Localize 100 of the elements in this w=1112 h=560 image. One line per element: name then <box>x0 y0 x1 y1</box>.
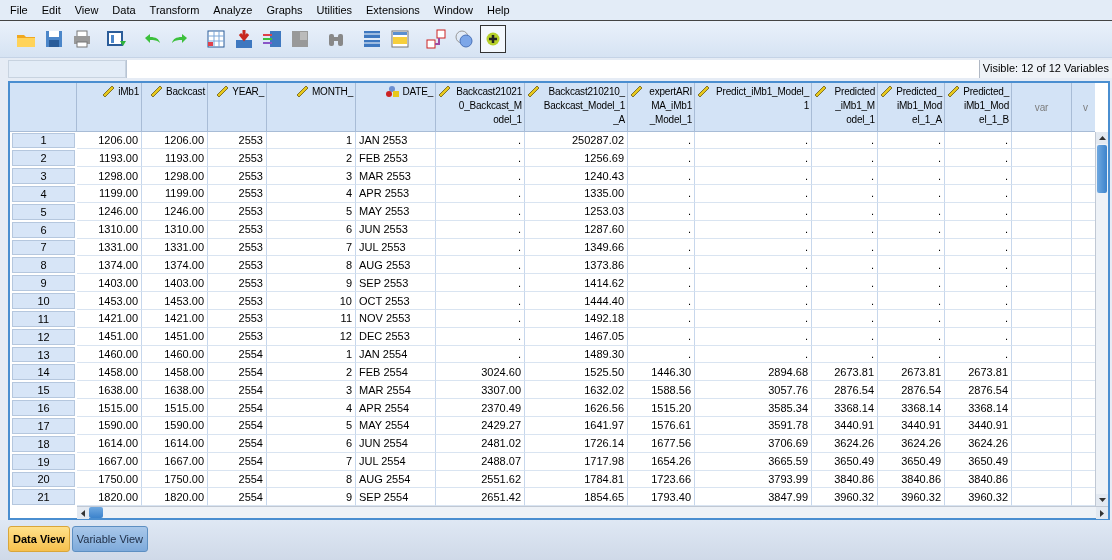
table-cell: 1638.00 <box>77 381 142 400</box>
table-cell: 3368.14 <box>945 399 1012 417</box>
table-cell: 1515.00 <box>77 399 142 417</box>
table-cell: NOV 2553 <box>356 309 436 328</box>
menu-item[interactable]: Help <box>480 3 518 16</box>
menu-item[interactable]: Extensions <box>360 3 428 16</box>
menu-item[interactable]: Graphs <box>260 3 311 16</box>
table-cell: 1 <box>267 131 356 150</box>
column-header[interactable]: Backcast210210_Backcast_Model_1 <box>436 82 525 132</box>
table-cell: 3840.86 <box>812 470 878 489</box>
table-cell: 1331.00 <box>142 238 208 257</box>
row-number[interactable]: 3 <box>12 168 75 185</box>
menu-item[interactable]: View <box>68 3 107 16</box>
table-cell: 5 <box>267 202 356 221</box>
table-cell: . <box>695 185 812 203</box>
menu-item[interactable]: Window <box>427 3 481 16</box>
row-number[interactable]: 2 <box>12 150 75 167</box>
table-cell: 2481.02 <box>436 434 525 453</box>
row-number[interactable]: 14 <box>12 364 75 381</box>
table-cell: OCT 2553 <box>356 292 436 310</box>
table-cell: 2554 <box>208 399 267 417</box>
table-cell: 1626.56 <box>525 399 628 417</box>
row-number[interactable]: 16 <box>12 400 75 416</box>
table-cell: . <box>878 345 945 364</box>
table-cell: . <box>628 309 695 328</box>
table-cell: . <box>878 238 945 257</box>
table-cell: 2553 <box>208 202 267 221</box>
table-cell: 2554 <box>208 434 267 453</box>
table-cell: . <box>812 256 878 275</box>
row-number[interactable]: 15 <box>12 382 75 399</box>
table-cell: 1451.00 <box>77 327 142 346</box>
menu-item[interactable]: Data <box>106 3 144 16</box>
menu-item[interactable]: Edit <box>35 3 69 16</box>
view-tab[interactable]: Variable View <box>71 526 149 553</box>
row-number[interactable]: 21 <box>12 489 75 506</box>
table-cell: 1750.00 <box>142 470 208 489</box>
table-cell: . <box>878 202 945 221</box>
table-cell: 2876.54 <box>812 381 878 400</box>
table-cell: . <box>945 149 1012 168</box>
table-cell: 1677.56 <box>628 434 695 453</box>
table-cell: 11 <box>267 309 356 328</box>
row-number[interactable]: 12 <box>12 328 75 345</box>
column-header[interactable]: Predicted_iMb1_Model_1_A <box>878 82 945 132</box>
table-cell: . <box>878 185 945 203</box>
column-header[interactable]: Backcast <box>142 82 208 132</box>
table-cell: 3840.86 <box>878 470 945 489</box>
column-header[interactable]: MONTH_ <box>267 82 356 132</box>
table-cell: 3440.91 <box>812 417 878 435</box>
menu-item[interactable]: Utilities <box>310 3 360 16</box>
table-cell: 2551.62 <box>436 470 525 489</box>
row-number[interactable]: 9 <box>12 275 75 292</box>
table-cell: 2554 <box>208 452 267 471</box>
column-header[interactable]: expertARIMA_iMb1_Model_1 <box>628 82 695 132</box>
table-cell: . <box>812 202 878 221</box>
table-cell: 5 <box>267 417 356 435</box>
table-cell: 6 <box>267 434 356 453</box>
table-cell: 1335.00 <box>525 185 628 203</box>
table-cell: 3368.14 <box>878 399 945 417</box>
table-cell: . <box>878 274 945 293</box>
table-cell: 1453.00 <box>77 292 142 310</box>
column-header[interactable]: Predicted_iMb1_Model_1_B <box>945 82 1012 132</box>
column-header[interactable]: Backcast210210_Backcast_Model_1_A <box>525 82 628 132</box>
table-cell: MAR 2554 <box>356 381 436 400</box>
table-cell: 2894.68 <box>695 363 812 382</box>
column-header[interactable]: YEAR_ <box>208 82 267 132</box>
column-header[interactable]: Predict_iMb1_Model_1 <box>695 82 812 132</box>
column-header[interactable]: Predicted_iMb1_Model_1 <box>812 82 878 132</box>
row-number[interactable]: 5 <box>12 203 75 220</box>
row-number[interactable]: 11 <box>12 310 75 327</box>
row-number[interactable]: 6 <box>12 221 75 238</box>
table-cell: 2553 <box>208 131 267 150</box>
row-number[interactable]: 10 <box>12 293 75 309</box>
column-header[interactable]: DATE_ <box>356 82 436 132</box>
row-number[interactable]: 18 <box>12 435 75 452</box>
table-cell: 3440.91 <box>878 417 945 435</box>
table-cell: . <box>628 345 695 364</box>
table-cell: . <box>628 149 695 168</box>
table-cell: . <box>945 202 1012 221</box>
row-number[interactable]: 20 <box>12 471 75 488</box>
row-number[interactable]: 19 <box>12 453 75 470</box>
column-header[interactable]: iMb1 <box>77 82 142 132</box>
table-cell: . <box>695 149 812 168</box>
table-cell: . <box>812 238 878 257</box>
row-number[interactable]: 17 <box>12 418 75 434</box>
view-tab[interactable]: Data View <box>8 526 70 553</box>
row-number[interactable]: 4 <box>12 186 75 202</box>
menu-item[interactable]: File <box>4 3 36 16</box>
table-cell: 2673.81 <box>812 363 878 382</box>
table-cell: 2554 <box>208 417 267 435</box>
menu-item[interactable]: Analyze <box>207 3 261 16</box>
table-cell: 1206.00 <box>142 131 208 150</box>
row-number[interactable]: 7 <box>12 239 75 256</box>
row-number[interactable]: 13 <box>12 346 75 363</box>
menu-item[interactable]: Transform <box>143 3 208 16</box>
table-cell: 1667.00 <box>77 452 142 471</box>
table-cell: MAY 2554 <box>356 417 436 435</box>
row-number[interactable]: 8 <box>12 257 75 274</box>
row-number[interactable]: 1 <box>12 132 75 149</box>
table-cell: . <box>812 149 878 168</box>
table-cell: 1453.00 <box>142 292 208 310</box>
